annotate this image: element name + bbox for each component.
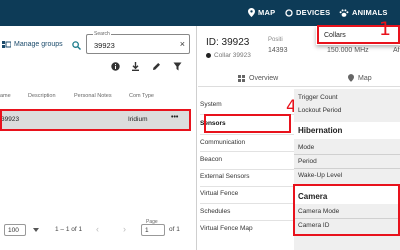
- column-header-personal-notes[interactable]: Personal Notes: [74, 93, 112, 99]
- chevron-down-icon: [33, 228, 39, 232]
- rows-per-page-select[interactable]: 100: [4, 224, 26, 236]
- info-icon[interactable]: [111, 62, 120, 71]
- menu-item-virtual-fence[interactable]: Virtual Fence: [200, 190, 290, 197]
- period-label: Period: [298, 158, 317, 165]
- trigger-count-label: Trigger Count: [298, 94, 338, 101]
- page-input-value: 1: [145, 227, 149, 234]
- menu-item-external-sensors[interactable]: External Sensors: [200, 173, 290, 180]
- next-page-icon[interactable]: ›: [123, 224, 126, 234]
- annotation-box-sensors: [204, 114, 291, 133]
- page-total: of 1: [169, 226, 180, 233]
- tab-overview-label: Overview: [249, 74, 279, 82]
- menu-divider: [200, 186, 294, 187]
- manage-groups-button[interactable]: Manage groups: [2, 41, 63, 48]
- menu-divider: [200, 203, 294, 204]
- filter-icon[interactable]: [173, 62, 182, 71]
- nav-map[interactable]: MAP: [248, 8, 275, 17]
- map-pin-icon: [248, 8, 255, 17]
- hibernation-title: Hibernation: [298, 126, 343, 135]
- nav-animals-label: ANIMALS: [352, 8, 388, 17]
- overview-grid-icon: [238, 74, 245, 82]
- groups-icon: [2, 41, 11, 48]
- nav-map-label: MAP: [258, 8, 276, 17]
- tab-map[interactable]: Map: [348, 70, 372, 86]
- wake-up-level-label: Wake-Up Level: [298, 172, 343, 179]
- status-dot-icon: [206, 53, 211, 58]
- pagination-range: 1 – 1 of 1: [55, 226, 83, 233]
- menu-item-communication[interactable]: Communication: [200, 139, 290, 146]
- panel-divider: [196, 26, 197, 250]
- position-value: 14393: [268, 47, 288, 54]
- tab-map-label: Map: [358, 74, 372, 82]
- manage-groups-label: Manage groups: [14, 41, 63, 48]
- download-icon[interactable]: [131, 62, 140, 71]
- menu-item-virtual-fence-map[interactable]: Virtual Fence Map: [200, 225, 290, 232]
- search-value: 39923: [94, 41, 115, 50]
- annotation-box-camera: [293, 184, 400, 236]
- annotation-box-row: [0, 109, 191, 131]
- menu-divider: [200, 134, 294, 135]
- map-pin-icon: [348, 74, 354, 82]
- nav-devices-label: DEVICES: [296, 8, 331, 17]
- nav-animals[interactable]: ANIMALS: [339, 8, 388, 17]
- tab-overview[interactable]: Overview: [238, 70, 278, 86]
- column-header-description[interactable]: Description: [28, 93, 56, 99]
- frequency-value: 150.000 MHz: [327, 47, 369, 54]
- collar-subtitle: Collar 39923: [206, 52, 251, 59]
- column-header-name[interactable]: ame: [0, 93, 11, 99]
- field-divider: [294, 154, 400, 155]
- menu-item-beacon[interactable]: Beacon: [200, 156, 290, 163]
- menu-divider: [200, 220, 294, 221]
- annotation-number-1: 1: [379, 18, 392, 40]
- field-divider: [294, 168, 400, 169]
- page-input[interactable]: 1: [141, 224, 165, 236]
- column-header-com-type[interactable]: Com Type: [129, 93, 154, 99]
- position-label: Positi: [268, 37, 283, 43]
- menu-divider: [200, 151, 294, 152]
- mode-label: Mode: [298, 144, 315, 151]
- af-value: Af: [393, 47, 400, 54]
- search-input[interactable]: Search 39923 ×: [86, 31, 190, 54]
- paw-icon: [339, 8, 349, 17]
- menu-item-schedules[interactable]: Schedules: [200, 208, 290, 215]
- nav-devices[interactable]: DEVICES: [285, 8, 330, 17]
- rows-per-page-value: 100: [8, 227, 19, 234]
- search-icon: [72, 41, 81, 50]
- clear-search-icon[interactable]: ×: [180, 39, 185, 49]
- tabs-divider: [198, 86, 400, 87]
- device-id-title: ID: 39923: [206, 37, 250, 48]
- prev-page-icon[interactable]: ‹: [96, 224, 99, 234]
- edit-pencil-icon[interactable]: [152, 62, 161, 71]
- search-label: Search: [93, 31, 111, 37]
- menu-divider: [200, 169, 294, 170]
- lockout-period-label: Lockout Period: [298, 107, 342, 114]
- device-ring-icon: [285, 8, 293, 17]
- collar-subtitle-label: Collar 39923: [214, 52, 251, 59]
- menu-item-system[interactable]: System: [200, 101, 290, 108]
